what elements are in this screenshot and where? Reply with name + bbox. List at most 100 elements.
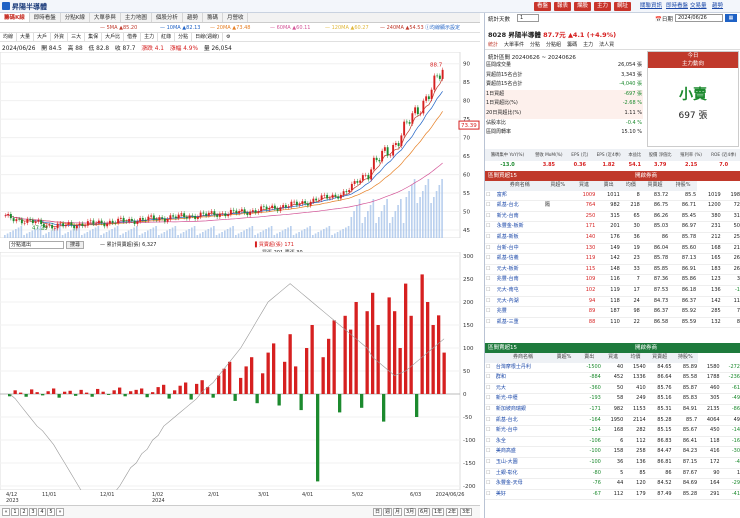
period-day[interactable]: 日 [373,508,383,516]
tab-monthly-revenue[interactable]: 月營收 [223,13,249,22]
page-2[interactable]: 2 [20,508,28,516]
broker-row[interactable]: ☐ 玉山-大園 -100 36 136 86.81 87.15 172 -4 [485,457,740,469]
broker-row[interactable]: ☐ 台新-台中 130 149 19 86.04 85.60 168 21 [485,243,740,255]
ma-settings-link[interactable]: Ⓘ均線顯示設定 [425,23,460,33]
tool-big-ratio[interactable]: 大戶比 [102,33,125,41]
tab-main-map[interactable]: 主力地圖 [121,13,152,22]
period-month[interactable]: 月 [393,508,403,516]
pager-next[interactable]: » [56,508,64,516]
days-select[interactable]: 1 [517,14,539,22]
page-3[interactable]: 3 [29,508,37,516]
date-input[interactable]: 2024/06/26 [675,14,723,22]
broker-row[interactable]: ☐ 凱基-台北 -164 1950 2114 85.28 85.7 4064 49 [485,415,740,427]
broker-row[interactable]: ☐ 永豐金-天母 -76 44 120 84.52 84.69 164 -29 [485,478,740,490]
pager-first[interactable]: « [2,508,10,516]
subtab-branch[interactable]: 分點 [527,41,543,49]
broker-row[interactable]: ☐ 元大 -360 50 410 85.76 85.87 460 -61 [485,383,740,395]
subtab-big[interactable]: 大單事件 [501,41,527,49]
tab-trend[interactable]: 趨勢 [183,13,203,22]
period-3m[interactable]: 3月 [404,508,417,516]
page-4[interactable]: 4 [38,508,46,516]
tool-branch[interactable]: 分點 [175,33,193,41]
broker-row[interactable]: ☐ 元大-內湖 94 118 24 84.73 86.37 142 11 [485,296,740,308]
tool-foreign[interactable]: 外資 [51,33,69,41]
top-button-report[interactable]: 報表 [554,2,572,11]
calendar-icon[interactable]: ▦ [725,14,737,22]
period-1y[interactable]: 1年 [432,508,445,516]
broker-value: -49 [720,393,740,405]
broker-row[interactable]: ☐ 兆豐-台南 109 116 7 87.36 85.86 123 3 [485,274,740,286]
search-button[interactable]: 搜尋 [66,241,84,249]
tool-volume[interactable]: 大量 [17,33,35,41]
tab-chips[interactable]: 籌碼 [203,13,223,22]
broker-row[interactable]: ☐ 永豐金-板新 171 201 30 85.03 86.97 231 50 [485,221,740,233]
broker-row[interactable]: ☐ 土銀-彰化 -80 5 85 86 87.67 90 1 [485,468,740,480]
tab-big-order[interactable]: 大單參與 [90,13,121,22]
buy-broker-toggle[interactable]: 開啟券商 [635,171,657,181]
broker-row[interactable]: ☐ 富邦 1009 1011 8 83.72 85.5 1019 198 [485,190,740,202]
broker-row[interactable]: ☐ 群和 -884 452 1336 86.64 85.58 1788 -236 [485,372,740,384]
page-5[interactable]: 5 [47,508,55,516]
tool-lending[interactable]: 借券 [124,33,142,41]
tab-chip-kline[interactable]: 籌碼K線 [0,13,30,22]
tool-redgreen[interactable]: 紅綠 [158,33,176,41]
subtab-chips[interactable]: 籌碼 [564,41,580,49]
broker-row[interactable]: ☐ 凱基-信義 119 142 23 85.78 87.13 165 26 [485,253,740,265]
broker-panel: 統計天數 1 📅日期 2024/06/26 ▦ 8028 昇陽半導體 87.7元… [484,13,740,518]
candle-body [20,219,23,224]
tool-ma[interactable]: 均線 [0,33,18,41]
broker-value: 72 [721,200,740,212]
sell-broker-toggle[interactable]: 開啟券商 [635,343,657,353]
volume-bar [86,232,89,238]
tool-three[interactable]: 三大 [68,33,86,41]
top-button-url[interactable]: 網址 [614,2,632,11]
net-buy-bar [272,343,276,394]
top-button-rank[interactable]: 爛股 [574,2,592,11]
position-select[interactable]: 分點進出 [9,241,64,249]
broker-value: 31 [721,211,740,223]
tool-main[interactable]: 主力 [141,33,159,41]
broker-row[interactable]: ☐ 美好 -67 112 179 87.49 85.28 291 -41 [485,489,740,501]
title-bar: 昇陽半導體 看盤 報表 爛股 主力 網址 關聯資訊 即時看盤 交易量 趨勢 [0,0,740,13]
period-6m[interactable]: 6月 [418,508,431,516]
broker-row[interactable]: ☐ 新光-中壢 -193 58 249 85.16 85.83 305 -49 [485,393,740,405]
link-trend[interactable]: 趨勢 [712,2,723,11]
volume-bar [386,199,388,238]
broker-row[interactable]: ☐ 凱基-台北隔 764 982 218 86.75 86.71 1200 72 [485,200,740,212]
broker-row[interactable]: ☐ 元大-南屯 102 119 17 87.53 86.18 136 -1 [485,285,740,297]
link-related[interactable]: 關聯資訊 [640,2,662,11]
broker-row[interactable]: ☐ 永全 -106 6 112 86.83 86.41 118 -16 [485,436,740,448]
top-button-watch[interactable]: 看盤 [534,2,552,11]
broker-row[interactable]: ☐ 新光-台南 250 315 65 86.26 85.45 380 31 [485,211,740,223]
net-buy-bar [255,394,259,404]
tool-period[interactable]: 日線(週線) [192,33,224,41]
broker-row[interactable]: ☐ 新加坡商瑞銀 -171 982 1153 85.31 84.91 2135 -86 [485,404,740,416]
subtab-main[interactable]: 主力 [580,41,596,49]
subtab-inst[interactable]: 法人買 [596,41,617,49]
broker-row[interactable]: ☐ 美商高盛 -100 158 258 84.47 84.23 416 -30 [485,446,740,458]
broker-row[interactable]: ☐ 新光-台中 -114 168 282 85.15 85.67 450 -14 [485,425,740,437]
tool-big-holder[interactable]: 大戶 [34,33,52,41]
broker-row[interactable]: ☐ 元大-板新 115 148 33 85.85 86.91 183 26 [485,264,740,276]
net-buy-bar [299,394,303,411]
period-2y[interactable]: 2年 [446,508,459,516]
tab-branch-kline[interactable]: 分點K線 [61,13,90,22]
period-3y[interactable]: 3年 [460,508,473,516]
tab-realtime[interactable]: 即時看盤 [30,13,61,22]
net-buy-chart[interactable]: 300250200150100500-50-100-150-200 [0,252,480,490]
link-volume[interactable]: 交易量 [690,2,707,11]
tab-stock-analysis[interactable]: 個股分析 [152,13,183,22]
link-realtime[interactable]: 即時看盤 [666,2,688,11]
price-chart[interactable]: 9085807570656055504588.773.3947.29 [0,52,480,238]
tool-custody[interactable]: 集保 [85,33,103,41]
broker-row[interactable]: ☐ 凱基-新板 140 176 36 86 85.78 212 25 [485,232,740,244]
period-week[interactable]: 週 [383,508,393,516]
page-1[interactable]: 1 [11,508,19,516]
subtab-stat[interactable]: 統計 [485,41,501,49]
subtab-branch-group[interactable]: 分點組 [543,41,564,49]
broker-row[interactable]: ☐ 兆豐 89 187 98 86.37 85.92 285 7 [485,306,740,318]
broker-row[interactable]: ☐ 台灣摩根士丹利 -1500 40 1540 84.65 85.89 1580 -272 [485,362,740,374]
broker-row[interactable]: ☐ 凱基-三重 88 110 22 86.58 85.59 132 8 [485,317,740,329]
top-button-main[interactable]: 主力 [594,2,612,11]
gear-icon[interactable]: ⚙ [223,33,233,41]
